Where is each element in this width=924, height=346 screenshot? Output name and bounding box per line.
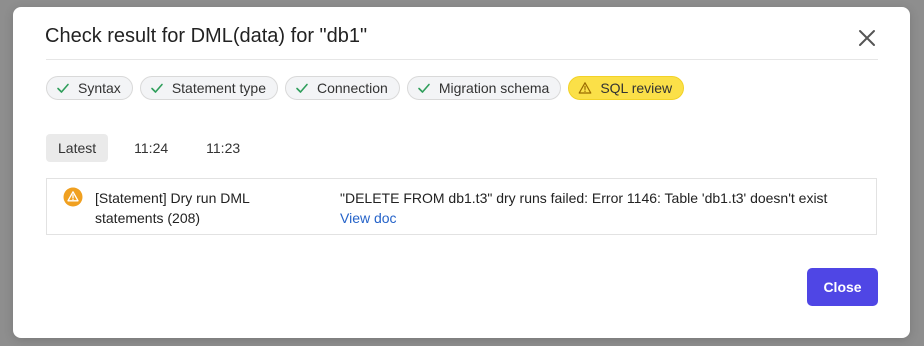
dialog-title: Check result for DML(data) for "db1" [45,25,368,47]
close-icon[interactable] [856,27,878,49]
check-icon [56,81,70,95]
check-result-dialog: Check result for DML(data) for "db1" Syn… [13,7,910,338]
warning-triangle-icon [578,81,592,95]
result-title: [Statement] Dry run DML statements (208) [95,190,250,226]
check-chip-connection[interactable]: Connection [284,76,400,100]
check-icon [295,81,309,95]
close-button[interactable]: Close [807,268,878,306]
check-chip-label: Statement type [171,80,266,96]
tab-1123[interactable]: 11:23 [194,134,252,162]
check-chip-label: Syntax [78,80,121,96]
run-tabs: Latest 11:24 11:23 [46,134,266,162]
result-row: [Statement] Dry run DML statements (208)… [46,178,877,235]
check-list: Syntax Statement type Connection Migrati… [46,76,685,100]
check-icon [150,81,164,95]
check-icon [417,81,431,95]
check-chip-migration-schema[interactable]: Migration schema [406,76,562,100]
tab-latest[interactable]: Latest [46,134,109,162]
check-chip-statement-type[interactable]: Statement type [139,76,278,100]
view-doc-link[interactable]: View doc [340,208,397,228]
check-chip-label: Migration schema [438,80,550,96]
check-chip-label: SQL review [600,80,673,96]
check-chip-sql-review[interactable]: SQL review [568,76,685,100]
check-chip-label: Connection [316,80,388,96]
tab-1124[interactable]: 11:24 [122,134,180,162]
title-divider [46,59,878,60]
check-chip-syntax[interactable]: Syntax [46,76,133,100]
warning-icon [63,187,83,207]
result-message: "DELETE FROM db1.t3" dry runs failed: Er… [340,190,828,206]
